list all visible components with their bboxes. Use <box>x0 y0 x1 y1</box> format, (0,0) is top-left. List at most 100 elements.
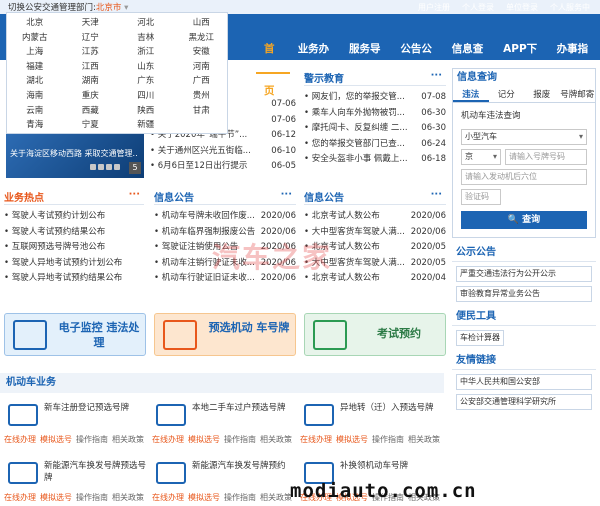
city-option[interactable]: 江苏 <box>63 46 119 59</box>
list-item-title[interactable]: • 网友们，您的举报交管... <box>304 90 405 106</box>
city-option[interactable]: 天津 <box>63 17 119 30</box>
action-link[interactable]: 在线办理 <box>4 434 36 445</box>
city-option[interactable]: 陕西 <box>118 105 174 118</box>
list-item[interactable]: • 6月6日至12日出行提示 06-05 <box>150 159 296 175</box>
action-link[interactable]: 在线办理 <box>152 434 184 445</box>
list-item-title[interactable]: • 互联网预选号牌号池公布 <box>4 240 105 256</box>
city-option[interactable]: 甘肃 <box>174 105 230 118</box>
list-item-title[interactable]: • 北京考试人数公布 <box>304 209 380 225</box>
announce-link[interactable]: 严重交通违法行为公开公示 <box>456 266 592 282</box>
tab-violation[interactable]: 违法 <box>453 87 489 102</box>
friend-link[interactable]: 中华人民共和国公安部 <box>456 374 592 390</box>
action-link[interactable]: 模拟选号 <box>40 492 72 503</box>
city-option[interactable]: 四川 <box>118 90 174 103</box>
vehicle-service-name[interactable]: 补换领机动车号牌 <box>340 460 444 472</box>
nav-business[interactable]: 业务办理 <box>290 28 341 97</box>
city-option[interactable]: 湖北 <box>7 75 63 88</box>
personal-center-link[interactable]: 个人服务中 <box>550 2 590 13</box>
banner-dot[interactable] <box>114 164 120 170</box>
captcha-input[interactable]: 验证码 <box>461 189 501 205</box>
more-icon[interactable]: ··· <box>431 189 442 200</box>
action-link[interactable]: 相关政策 <box>260 434 292 445</box>
city-option[interactable]: 浙江 <box>118 46 174 59</box>
city-option[interactable]: 海南 <box>7 90 63 103</box>
tab-scrap[interactable]: 报废 <box>524 87 560 102</box>
city-option[interactable]: 贵州 <box>174 90 230 103</box>
city-option[interactable]: 广东 <box>118 75 174 88</box>
banner-dot[interactable] <box>106 164 112 170</box>
action-link[interactable]: 相关政策 <box>112 434 144 445</box>
announce-link[interactable]: 审验教育异常业务公告 <box>456 286 592 302</box>
action-link[interactable]: 模拟选号 <box>40 434 72 445</box>
vehicle-service-name[interactable]: 新能源汽车换发号牌预选号牌 <box>44 460 148 484</box>
list-item[interactable]: • 安全头盔非小事 佩戴上... 06-18 <box>304 152 446 168</box>
more-icon[interactable]: ··· <box>431 70 442 81</box>
action-link[interactable]: 模拟选号 <box>188 492 220 503</box>
vehicle-service-name[interactable]: 新车注册登记预选号牌 <box>44 402 148 414</box>
city-option[interactable]: 新疆 <box>118 119 174 132</box>
list-item[interactable]: • 驾驶人考试预约结果公布 <box>4 225 144 241</box>
query-button[interactable]: 🔍 查询 <box>461 211 587 229</box>
action-link[interactable]: 操作指南 <box>372 434 404 445</box>
province-select[interactable]: 京 ▾ <box>461 149 501 165</box>
banner-dot[interactable] <box>90 164 96 170</box>
list-item-title[interactable]: • 您的举报交管部门已查... <box>304 137 405 153</box>
tab-plate-mail[interactable]: 号牌邮寄 <box>560 87 596 102</box>
list-item[interactable]: • 摩托闯卡、反复纠缠 二... 06-30 <box>304 121 446 137</box>
list-item-title[interactable]: • 6月6日至12日出行提示 <box>150 159 247 175</box>
org-login-link[interactable]: 单位登录 <box>506 2 538 13</box>
action-link[interactable]: 模拟选号 <box>188 434 220 445</box>
friend-link[interactable]: 公安部交通管理科学研究所 <box>456 394 592 410</box>
current-city[interactable]: 北京市 <box>96 3 122 13</box>
tile-plate[interactable]: 预选机动 车号牌 <box>154 313 296 356</box>
vehicle-service-name[interactable]: 本地二手车过户预选号牌 <box>192 402 296 414</box>
tile-violation[interactable]: 电子监控 违法处理 <box>4 313 146 356</box>
city-option[interactable]: 重庆 <box>63 90 119 103</box>
more-icon[interactable]: ··· <box>129 189 140 200</box>
more-icon[interactable]: ··· <box>281 189 292 200</box>
list-item-title[interactable]: • 驾驶人考试预约计划公布 <box>4 209 105 225</box>
action-link[interactable]: 操作指南 <box>76 492 108 503</box>
plate-input[interactable]: 请输入号牌号码 <box>505 149 587 165</box>
city-option[interactable]: 云南 <box>7 105 63 118</box>
list-item[interactable]: • 北京考试人数公布 2020/06 <box>304 209 446 225</box>
list-item[interactable]: • 互联网预选号牌号池公布 <box>4 240 144 256</box>
tab-points[interactable]: 记分 <box>489 87 525 102</box>
nav-notice[interactable]: 公告公布 <box>392 28 443 97</box>
action-link[interactable]: 在线办理 <box>300 434 332 445</box>
city-option[interactable]: 青海 <box>7 119 63 132</box>
vehicle-type-select[interactable]: 小型汽车 ▾ <box>461 129 587 145</box>
action-link[interactable]: 相关政策 <box>260 492 292 503</box>
city-option[interactable]: 上海 <box>7 46 63 59</box>
list-item-title[interactable]: • 驾驶人考试预约结果公布 <box>4 225 105 241</box>
action-link[interactable]: 模拟选号 <box>336 434 368 445</box>
city-option[interactable]: 吉林 <box>118 32 174 45</box>
tool-link[interactable]: 车检计算器 <box>456 330 504 346</box>
action-link[interactable]: 操作指南 <box>76 434 108 445</box>
nav-home[interactable]: 首页 <box>256 28 290 97</box>
list-item-title[interactable]: • 关于通州区兴光五街临... <box>150 144 251 160</box>
banner-dot[interactable] <box>98 164 104 170</box>
list-item[interactable]: • 关于通州区兴光五街临... 06-10 <box>150 144 296 160</box>
list-item[interactable]: • 您的举报交管部门已查... 06-24 <box>304 137 446 153</box>
city-option[interactable]: 内蒙古 <box>7 32 63 45</box>
action-link[interactable]: 相关政策 <box>112 492 144 503</box>
list-item[interactable]: • 网友们，您的举报交管... 07-08 <box>304 90 446 106</box>
city-option[interactable]: 山西 <box>174 17 230 30</box>
list-item-title[interactable]: • 机动车号牌未收回作废... <box>154 209 255 225</box>
list-item[interactable]: • 乘车人向车外抛物被罚... 06-30 <box>304 106 446 122</box>
action-link[interactable]: 在线办理 <box>152 492 184 503</box>
city-option[interactable] <box>174 119 230 132</box>
action-link[interactable]: 在线办理 <box>4 492 36 503</box>
city-option[interactable]: 山东 <box>118 61 174 74</box>
list-item-title[interactable]: • 驾驶人异地考试预约计划公布 <box>4 256 122 272</box>
vehicle-service-name[interactable]: 异地转（迁）入预选号牌 <box>340 402 444 414</box>
register-link[interactable]: 用户注册 <box>418 2 450 13</box>
city-option[interactable]: 广西 <box>174 75 230 88</box>
city-option[interactable]: 福建 <box>7 61 63 74</box>
list-item-title[interactable]: • 驾驶人异地考试预约结果公布 <box>4 271 122 287</box>
city-option[interactable]: 北京 <box>7 17 63 30</box>
city-switch[interactable]: 切换公安交通管理部门:北京市 ▾ <box>8 1 128 13</box>
action-link[interactable]: 相关政策 <box>408 434 440 445</box>
list-item-title[interactable]: • 安全头盔非小事 佩戴上... <box>304 152 408 168</box>
